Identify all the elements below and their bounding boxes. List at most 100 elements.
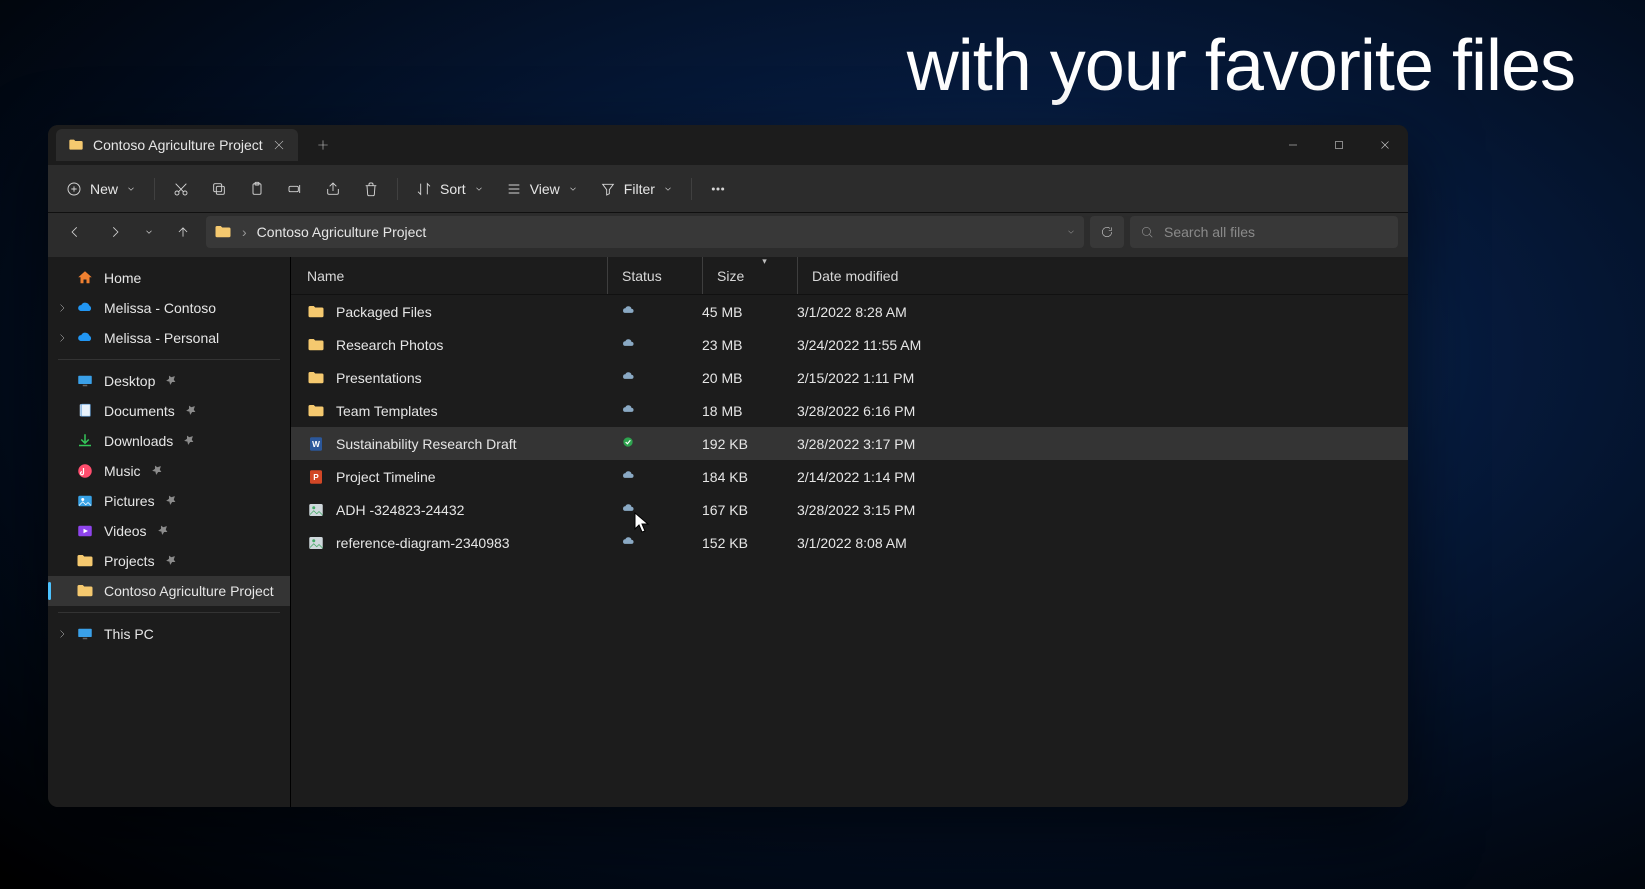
folder-icon [68,137,84,153]
pin-icon [185,403,197,419]
separator [58,612,280,613]
file-row[interactable]: ADH -324823-24432167 KB3/28/2022 3:15 PM [291,493,1408,526]
chevron-down-icon[interactable] [1066,227,1076,237]
chevron-down-icon [663,184,673,194]
rename-button[interactable] [277,172,313,206]
file-size: 23 MB [702,337,797,353]
maximize-button[interactable] [1316,125,1362,165]
close-button[interactable] [1362,125,1408,165]
recent-button[interactable] [138,217,160,247]
sidebar-account-contoso[interactable]: Melissa - Contoso [48,293,290,323]
sidebar-account-personal[interactable]: Melissa - Personal [48,323,290,353]
sidebar-item-projects[interactable]: Projects [48,546,290,576]
file-row[interactable]: Team Templates18 MB3/28/2022 6:16 PM [291,394,1408,427]
column-date[interactable]: Date modified [797,257,997,294]
sidebar-item-documents[interactable]: Documents [48,396,290,426]
documents-icon [76,402,94,420]
window-controls [1270,125,1408,165]
sidebar-item-music[interactable]: Music [48,456,290,486]
column-headers: Name Status Size ▾ Date modified [291,257,1408,295]
file-size: 152 KB [702,535,797,551]
file-date: 3/28/2022 6:16 PM [797,403,997,419]
sidebar-item-videos[interactable]: Videos [48,516,290,546]
file-row[interactable]: PProject Timeline184 KB2/14/2022 1:14 PM [291,460,1408,493]
file-size: 20 MB [702,370,797,386]
rename-icon [287,181,303,197]
file-row[interactable]: reference-diagram-2340983152 KB3/1/2022 … [291,526,1408,559]
cloud-icon [621,369,635,386]
cloud-icon [621,303,635,320]
column-status[interactable]: Status [607,257,702,294]
sidebar-item-label: Videos [104,523,147,539]
videos-icon [76,522,94,540]
copy-button[interactable] [201,172,237,206]
sidebar-item-pictures[interactable]: Pictures [48,486,290,516]
tab-current[interactable]: Contoso Agriculture Project [56,129,298,161]
file-date: 3/28/2022 3:15 PM [797,502,997,518]
chevron-right-icon [56,628,68,640]
delete-button[interactable] [353,172,389,206]
home-icon [76,269,94,287]
file-name-cell: ADH -324823-24432 [307,501,607,519]
column-name[interactable]: Name [307,257,607,294]
sort-indicator-icon: ▾ [762,257,767,267]
file-name: Research Photos [336,337,443,353]
sidebar-this-pc[interactable]: This PC [48,619,290,649]
cloud-icon [621,468,635,485]
sidebar-item-contoso-agriculture-project[interactable]: Contoso Agriculture Project [48,576,290,606]
cut-button[interactable] [163,172,199,206]
file-status-cell [607,534,702,551]
address-bar[interactable]: › Contoso Agriculture Project [206,216,1084,248]
separator [397,178,398,200]
minimize-button[interactable] [1270,125,1316,165]
view-button[interactable]: View [496,172,588,206]
close-icon[interactable] [272,138,286,152]
back-button[interactable] [58,217,92,247]
column-size[interactable]: Size ▾ [702,257,797,294]
breadcrumb-current[interactable]: Contoso Agriculture Project [257,224,427,240]
filter-button[interactable]: Filter [590,172,683,206]
forward-button[interactable] [98,217,132,247]
file-name-cell: Presentations [307,369,607,387]
sidebar-item-label: Contoso Agriculture Project [104,583,274,599]
chevron-down-icon [144,227,154,237]
new-label: New [90,181,118,197]
up-button[interactable] [166,217,200,247]
file-size: 192 KB [702,436,797,452]
file-status-cell [607,402,702,419]
file-name-cell: Team Templates [307,402,607,420]
chevron-down-icon [474,184,484,194]
file-row[interactable]: Research Photos23 MB3/24/2022 11:55 AM [291,328,1408,361]
file-date: 3/28/2022 3:17 PM [797,436,997,452]
more-button[interactable] [700,172,736,206]
sidebar-item-label: Home [104,270,141,286]
paste-button[interactable] [239,172,275,206]
sidebar-home[interactable]: Home [48,263,290,293]
cloud-icon [621,501,635,518]
toolbar: New Sort View Filter [48,165,1408,213]
new-button[interactable]: New [56,172,146,206]
file-date: 2/14/2022 1:14 PM [797,469,997,485]
search-box[interactable] [1130,216,1398,248]
folder-icon [76,552,94,570]
file-date: 2/15/2022 1:11 PM [797,370,997,386]
sidebar-item-label: Desktop [104,373,155,389]
refresh-button[interactable] [1090,216,1124,248]
file-row[interactable]: Packaged Files45 MB3/1/2022 8:28 AM [291,295,1408,328]
pin-icon [165,553,177,569]
file-name: Sustainability Research Draft [336,436,517,452]
file-row[interactable]: WSustainability Research Draft192 KB3/28… [291,427,1408,460]
sidebar-item-label: Pictures [104,493,155,509]
sidebar-item-downloads[interactable]: Downloads [48,426,290,456]
file-size: 45 MB [702,304,797,320]
tab-title: Contoso Agriculture Project [93,137,263,153]
sidebar-item-desktop[interactable]: Desktop [48,366,290,396]
share-button[interactable] [315,172,351,206]
sort-button[interactable]: Sort [406,172,494,206]
sidebar: Home Melissa - Contoso Melissa - Persona… [48,257,291,807]
file-name-cell: Packaged Files [307,303,607,321]
cloud-icon [621,336,635,353]
new-tab-button[interactable] [308,130,338,160]
search-input[interactable] [1164,224,1388,240]
file-row[interactable]: Presentations 20 MB2/15/2022 1:11 PM [291,361,1408,394]
